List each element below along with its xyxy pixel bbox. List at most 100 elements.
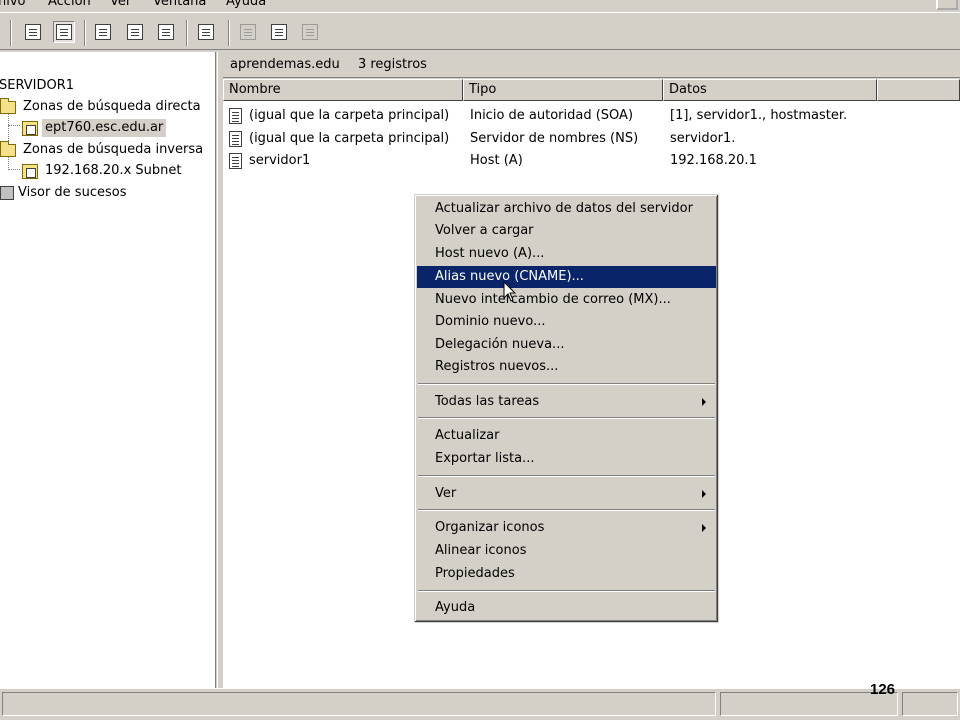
tree-item-reverse-zones[interactable]: Zonas de búsqueda inversa [0, 140, 206, 160]
submenu-arrow-icon [702, 490, 706, 498]
submenu-arrow-icon [702, 398, 706, 406]
menu-item-update-server-file[interactable]: Actualizar archivo de datos del servidor [417, 198, 716, 220]
menu-view[interactable]: Ver [110, 0, 131, 9]
column-headers: Nombre Tipo Datos [223, 79, 960, 101]
help-icon [198, 24, 214, 40]
menu-item-new-host[interactable]: Host nuevo (A)... [417, 243, 716, 265]
menu-item-all-tasks-label: Todas las tareas [435, 394, 540, 409]
row-type: Servidor de nombres (NS) [470, 131, 639, 146]
tree-label-reverse-zones: Zonas de búsqueda inversa [23, 142, 204, 157]
zone-name: aprendemas.edu [230, 57, 340, 72]
menu-item-reload[interactable]: Volver a cargar [417, 220, 716, 242]
menu-item-new-domain[interactable]: Dominio nuevo... [417, 311, 716, 333]
properties-icon [95, 24, 111, 40]
row-name: (igual que la carpeta principal) [249, 131, 450, 146]
tree-label-forward-zone-child: ept760.esc.edu.ar [42, 119, 167, 137]
context-menu: Actualizar archivo de datos del servidor… [414, 194, 719, 623]
menu-separator [418, 590, 715, 592]
console-tree: SERVIDOR1 Zonas de búsqueda directa ept7… [0, 52, 216, 688]
menu-item-arrange-icons-label: Organizar iconos [435, 520, 545, 535]
menu-separator [418, 475, 715, 477]
properties-button[interactable] [92, 21, 114, 43]
up-folder-icon [25, 24, 41, 40]
tree-item-event-viewer[interactable]: Visor de sucesos [0, 183, 129, 203]
toolbar-separator [186, 20, 188, 46]
menu-item-line-up-icons[interactable]: Alinear iconos [417, 540, 716, 562]
table-row[interactable]: (igual que la carpeta principal) Inicio … [223, 105, 960, 127]
menu-item-refresh[interactable]: Actualizar [417, 425, 716, 447]
record-list-button[interactable] [268, 21, 290, 43]
tree-label-server: SERVIDOR1 [0, 78, 75, 93]
column-header-name[interactable]: Nombre [223, 79, 463, 101]
record-icon [240, 24, 256, 40]
stack-icon [302, 24, 318, 40]
row-name: (igual que la carpeta principal) [249, 108, 450, 123]
record-icon [229, 131, 242, 147]
record-count: 3 registros [357, 57, 427, 72]
tree-label-forward-zones: Zonas de búsqueda directa [23, 99, 201, 114]
toolbar-separator [10, 20, 12, 46]
toolbar-separator [84, 20, 86, 46]
up-folder-button[interactable] [22, 21, 44, 43]
window-close-button[interactable] [936, 0, 958, 10]
folder-icon [0, 140, 16, 157]
zone-icon [22, 163, 38, 179]
row-data: 192.168.20.1 [670, 153, 757, 168]
menu-item-arrange-icons[interactable]: Organizar iconos [417, 517, 716, 539]
record-button[interactable] [237, 21, 259, 43]
menu-item-new-mx[interactable]: Nuevo intercambio de correo (MX)... [417, 289, 716, 311]
menu-item-properties[interactable]: Propiedades [417, 563, 716, 585]
menu-item-all-tasks[interactable]: Todas las tareas [417, 391, 716, 413]
tree-label-reverse-zone-child: 192.168.20.x Subnet [45, 163, 182, 178]
slide-number: 126 [870, 681, 896, 698]
menu-separator [418, 383, 715, 385]
menu-item-new-delegation[interactable]: Delegación nueva... [417, 334, 716, 356]
row-data: servidor1. [670, 131, 736, 146]
tree-connector [8, 125, 20, 126]
tree-item-forward-zone-child[interactable]: ept760.esc.edu.ar [22, 118, 167, 138]
status-panel [902, 692, 958, 716]
export-list-button[interactable] [155, 21, 177, 43]
table-row[interactable]: (igual que la carpeta principal) Servido… [223, 128, 960, 150]
menu-item-view[interactable]: Ver [417, 483, 716, 505]
menu-help[interactable]: Ayuda [226, 0, 266, 9]
refresh-button[interactable] [124, 21, 146, 43]
tree-item-forward-zones[interactable]: Zonas de búsqueda directa [0, 97, 204, 117]
stack-button[interactable] [299, 21, 321, 43]
tree-label-event-viewer: Visor de sucesos [18, 185, 127, 200]
row-type: Inicio de autoridad (SOA) [470, 108, 634, 123]
mouse-pointer-icon [503, 281, 517, 302]
show-tree-button[interactable] [53, 21, 75, 43]
record-icon [229, 153, 242, 169]
status-panel [2, 692, 716, 716]
toolbar-separator [228, 20, 230, 46]
table-row[interactable]: servidor1 Host (A) 192.168.20.1 [223, 150, 960, 172]
show-tree-icon [56, 24, 72, 40]
tree-item-reverse-zone-child[interactable]: 192.168.20.x Subnet [22, 161, 184, 181]
results-header: aprendemas.edu 3 registros [223, 52, 960, 78]
tree-item-server[interactable]: SERVIDOR1 [0, 76, 77, 96]
menu-window[interactable]: Ventana [153, 0, 206, 9]
menu-action[interactable]: Acción [48, 0, 91, 9]
toolbar [0, 12, 960, 50]
menu-separator [418, 417, 715, 419]
column-header-data[interactable]: Datos [663, 79, 877, 101]
column-header-empty [877, 79, 960, 101]
folder-icon [0, 97, 16, 114]
help-button[interactable] [195, 21, 217, 43]
tree-connector [8, 169, 20, 170]
menu-item-export-list[interactable]: Exportar lista... [417, 448, 716, 470]
row-name: servidor1 [249, 153, 311, 168]
menu-item-new-alias[interactable]: Alias nuevo (CNAME)... [417, 266, 716, 288]
refresh-icon [127, 24, 143, 40]
menu-item-view-label: Ver [435, 486, 457, 501]
record-icon [229, 108, 242, 124]
row-data: [1], servidor1., hostmaster. [670, 108, 848, 123]
column-header-type[interactable]: Tipo [463, 79, 663, 101]
menu-item-help[interactable]: Ayuda [417, 597, 716, 619]
menu-item-new-records[interactable]: Registros nuevos... [417, 356, 716, 378]
submenu-arrow-icon [702, 524, 706, 532]
menu-separator [418, 509, 715, 511]
menu-file[interactable]: hivo [0, 0, 26, 9]
record-list-icon [271, 24, 287, 40]
